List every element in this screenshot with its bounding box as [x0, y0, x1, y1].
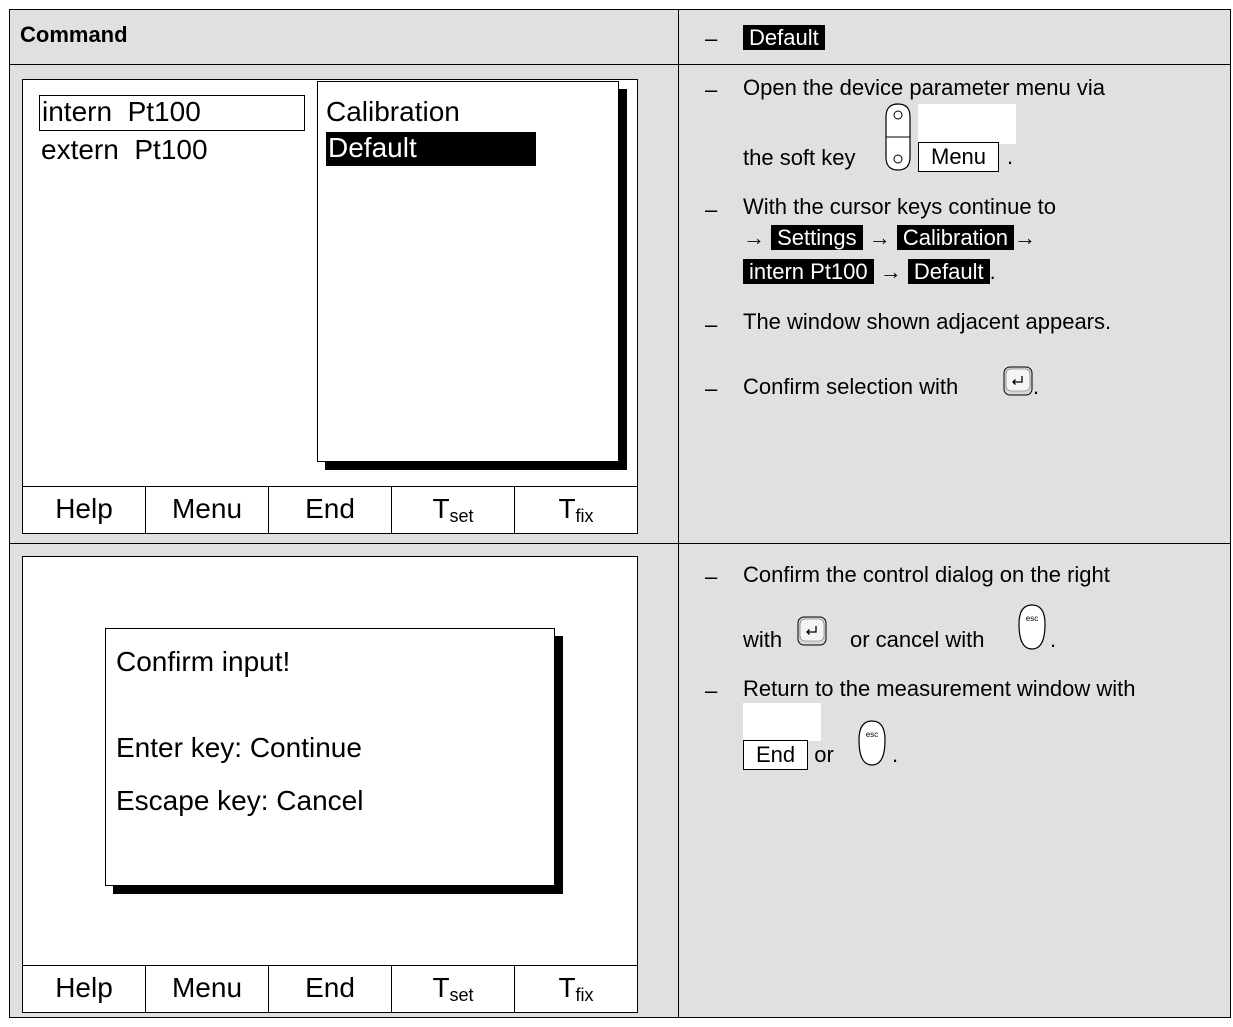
step2-path-line1: → Settings → Calibration → — [743, 224, 1036, 252]
softkey-help[interactable]: Help — [23, 966, 146, 1012]
step2-line1: With the cursor keys continue to — [743, 194, 1057, 219]
step6-or: or — [814, 742, 834, 767]
bullet-dash: – — [705, 678, 718, 703]
path-intern-pt100: intern Pt100 — [743, 259, 874, 284]
column-divider — [678, 10, 679, 1017]
softkey-tfix-sub: fix — [575, 985, 594, 1005]
path-default: Default — [907, 259, 990, 284]
period: . — [989, 259, 996, 284]
header-divider — [10, 64, 1230, 65]
dialog-escape-line: Escape key: Cancel — [116, 785, 364, 816]
softkey-tset-sub: set — [449, 985, 474, 1005]
softkey-help[interactable]: Help — [23, 487, 146, 533]
softkey-tset[interactable]: Tset — [392, 966, 515, 1012]
end-softkey-label: End — [743, 740, 809, 770]
arrow: → — [743, 225, 765, 250]
calibration-popup: Calibration Default — [317, 81, 619, 462]
dialog-enter-line: Enter key: Continue — [116, 732, 362, 763]
softkey-tset-label: T — [432, 493, 450, 524]
lcd-screen-1: intern Pt100 extern Pt100 Calibration De… — [22, 79, 638, 534]
step6-suffix: . — [892, 742, 899, 767]
dialog-title: Confirm input! — [116, 646, 291, 677]
path-settings: Settings — [771, 225, 863, 250]
esc-key-icon: esc — [858, 720, 886, 766]
esc-key-icon: esc — [1018, 604, 1046, 650]
header-default-path: Default — [743, 24, 825, 52]
path-calibration: Calibration — [896, 225, 1015, 250]
bullet-dash: – — [705, 564, 718, 589]
command-header: Command — [20, 22, 128, 47]
step2-path-line2: intern Pt100 → Default. — [743, 258, 996, 286]
softkey-menu[interactable]: Menu — [146, 487, 269, 533]
step4-text: Confirm selection with — [743, 373, 958, 401]
softkey-bar: Help Menu End Tset Tfix — [23, 965, 637, 1012]
enter-key-icon — [1003, 366, 1033, 396]
softkey-menu[interactable]: Menu — [146, 966, 269, 1012]
softkey-tset-label: T — [432, 972, 450, 1003]
bullet-dash: – — [705, 26, 718, 51]
step3-text: The window shown adjacent appears. — [743, 309, 1112, 334]
bullet-dash: – — [705, 376, 718, 401]
step1-suffix: . — [1007, 144, 1014, 169]
step6-line1: Return to the measurement window with — [743, 676, 1136, 701]
softkey-bar: Help Menu End Tset Tfix — [23, 486, 637, 533]
softkey-end[interactable]: End — [269, 966, 392, 1012]
softkey-tset[interactable]: Tset — [392, 487, 515, 533]
popup-item-default[interactable]: Default — [326, 132, 536, 166]
softkey-tset-sub: set — [449, 506, 474, 526]
arrow: → — [879, 259, 902, 284]
softkey-tfix-label: T — [558, 493, 576, 524]
softkey-tfix[interactable]: Tfix — [515, 966, 637, 1012]
step5-with: with — [743, 627, 783, 652]
step1-line2: the soft key — [743, 144, 856, 172]
arrow: → — [1014, 225, 1037, 250]
softkey-tfix-label: T — [558, 972, 576, 1003]
default-menu-item: Default — [743, 25, 825, 50]
soft-key-icon — [885, 103, 911, 171]
list-item-intern-pt100[interactable]: intern Pt100 — [39, 95, 305, 131]
bullet-dash: – — [705, 197, 718, 222]
softkey-tfix-sub: fix — [575, 506, 594, 526]
list-item-extern-pt100[interactable]: extern Pt100 — [41, 134, 208, 166]
step1-line1: Open the device parameter menu via — [743, 75, 1105, 100]
step1-prefix: the soft key — [743, 145, 856, 170]
popup-item-calibration[interactable]: Calibration — [326, 96, 460, 128]
bullet-dash: – — [705, 77, 718, 102]
step5-or-cancel: or cancel with — [850, 627, 985, 652]
confirm-dialog: Confirm input! Enter key: Continue Escap… — [105, 628, 555, 886]
svg-text:esc: esc — [866, 730, 878, 739]
softkey-label-area — [918, 104, 1016, 144]
list-item-label: intern Pt100 — [42, 96, 201, 127]
step1-key: Menu. — [918, 142, 1013, 172]
lcd-screen-2: Confirm input! Enter key: Continue Escap… — [22, 556, 638, 1013]
end-softkey-label-area — [743, 703, 821, 741]
menu-softkey-label: Menu — [918, 142, 1000, 172]
step4-suffix: . — [1033, 374, 1040, 399]
bullet-dash: – — [705, 312, 718, 337]
enter-key-icon — [797, 616, 827, 646]
svg-text:esc: esc — [1026, 614, 1038, 623]
softkey-end[interactable]: End — [269, 487, 392, 533]
step5-suffix: . — [1050, 627, 1057, 652]
step6-line2: End or — [743, 740, 834, 770]
step4-prefix: Confirm selection with — [743, 374, 959, 399]
softkey-tfix[interactable]: Tfix — [515, 487, 637, 533]
step5-line1: Confirm the control dialog on the right — [743, 562, 1110, 587]
row-divider — [10, 543, 1230, 544]
arrow: → — [868, 225, 891, 250]
